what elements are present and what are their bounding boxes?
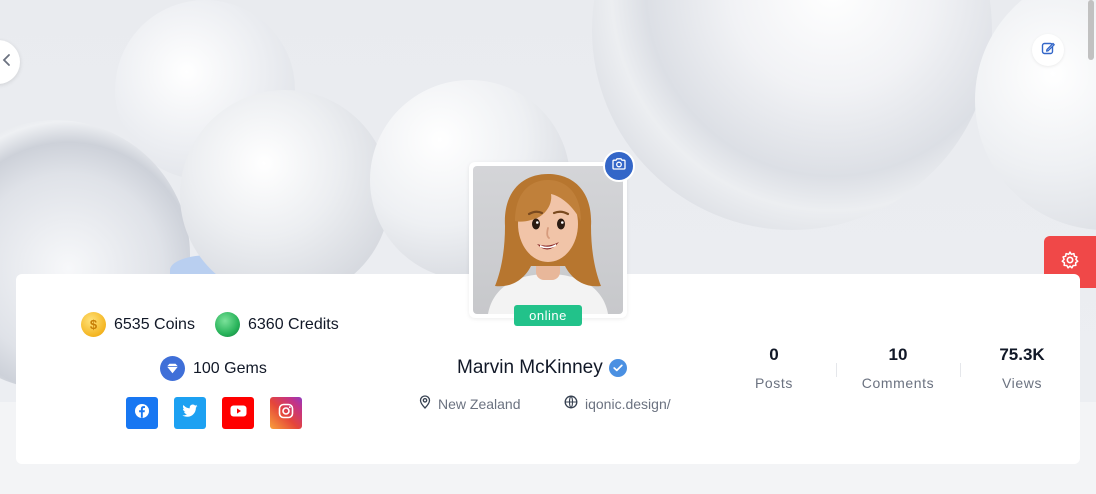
location-pin-icon [419,395,431,412]
instagram-icon [278,403,294,424]
avatar-image [473,166,623,314]
stat-label: Posts [754,375,793,391]
stat-comments: 10 Comments [836,345,960,391]
cover-sphere [180,90,390,300]
social-links [126,397,302,429]
instagram-link[interactable] [270,397,302,429]
stat-label: Views [1001,375,1043,391]
change-avatar-button[interactable] [603,150,635,182]
globe-icon [564,395,578,412]
facebook-link[interactable] [126,397,158,429]
youtube-icon [230,404,247,422]
twitter-icon [182,404,198,423]
youtube-link[interactable] [222,397,254,429]
coin-icon: $ [81,312,106,337]
edit-icon [1040,40,1056,61]
gems-balance: 100 Gems [160,356,267,381]
scrollbar-thumb[interactable] [1088,0,1094,60]
avatar [469,162,627,318]
website-link[interactable]: iqonic.design/ [585,396,671,412]
status-badge: online [514,305,582,326]
profile-website[interactable]: iqonic.design/ [564,395,671,412]
gear-icon [1060,250,1080,275]
coins-balance: $ 6535 Coins [81,312,195,337]
stat-value: 0 [769,345,779,364]
stat-posts: 0 Posts [712,345,836,391]
cover-sphere [592,0,992,230]
camera-icon [612,157,626,175]
verified-badge-icon [608,359,627,377]
gem-icon [160,356,185,381]
credits-balance: 6360 Credits [215,312,339,337]
profile-name: Marvin McKinney [457,357,627,379]
stat-value: 75.3K [999,345,1045,364]
edit-cover-button[interactable] [1032,34,1064,66]
gems-label: 100 Gems [193,359,267,377]
stat-views: 75.3K Views [960,345,1084,391]
profile-name-text: Marvin McKinney [457,357,603,378]
chevron-left-icon [2,53,12,72]
stat-label: Comments [861,375,935,391]
credit-icon [215,312,240,337]
cover-sphere [975,0,1096,230]
stat-value: 10 [888,345,908,364]
facebook-icon [134,403,150,424]
coins-label: 6535 Coins [114,315,195,333]
profile-stats: 0 Posts 10 Comments 75.3K Views [712,345,1084,391]
profile-location: New Zealand [419,395,521,412]
twitter-link[interactable] [174,397,206,429]
location-text: New Zealand [438,395,521,412]
credits-label: 6360 Credits [248,315,339,333]
